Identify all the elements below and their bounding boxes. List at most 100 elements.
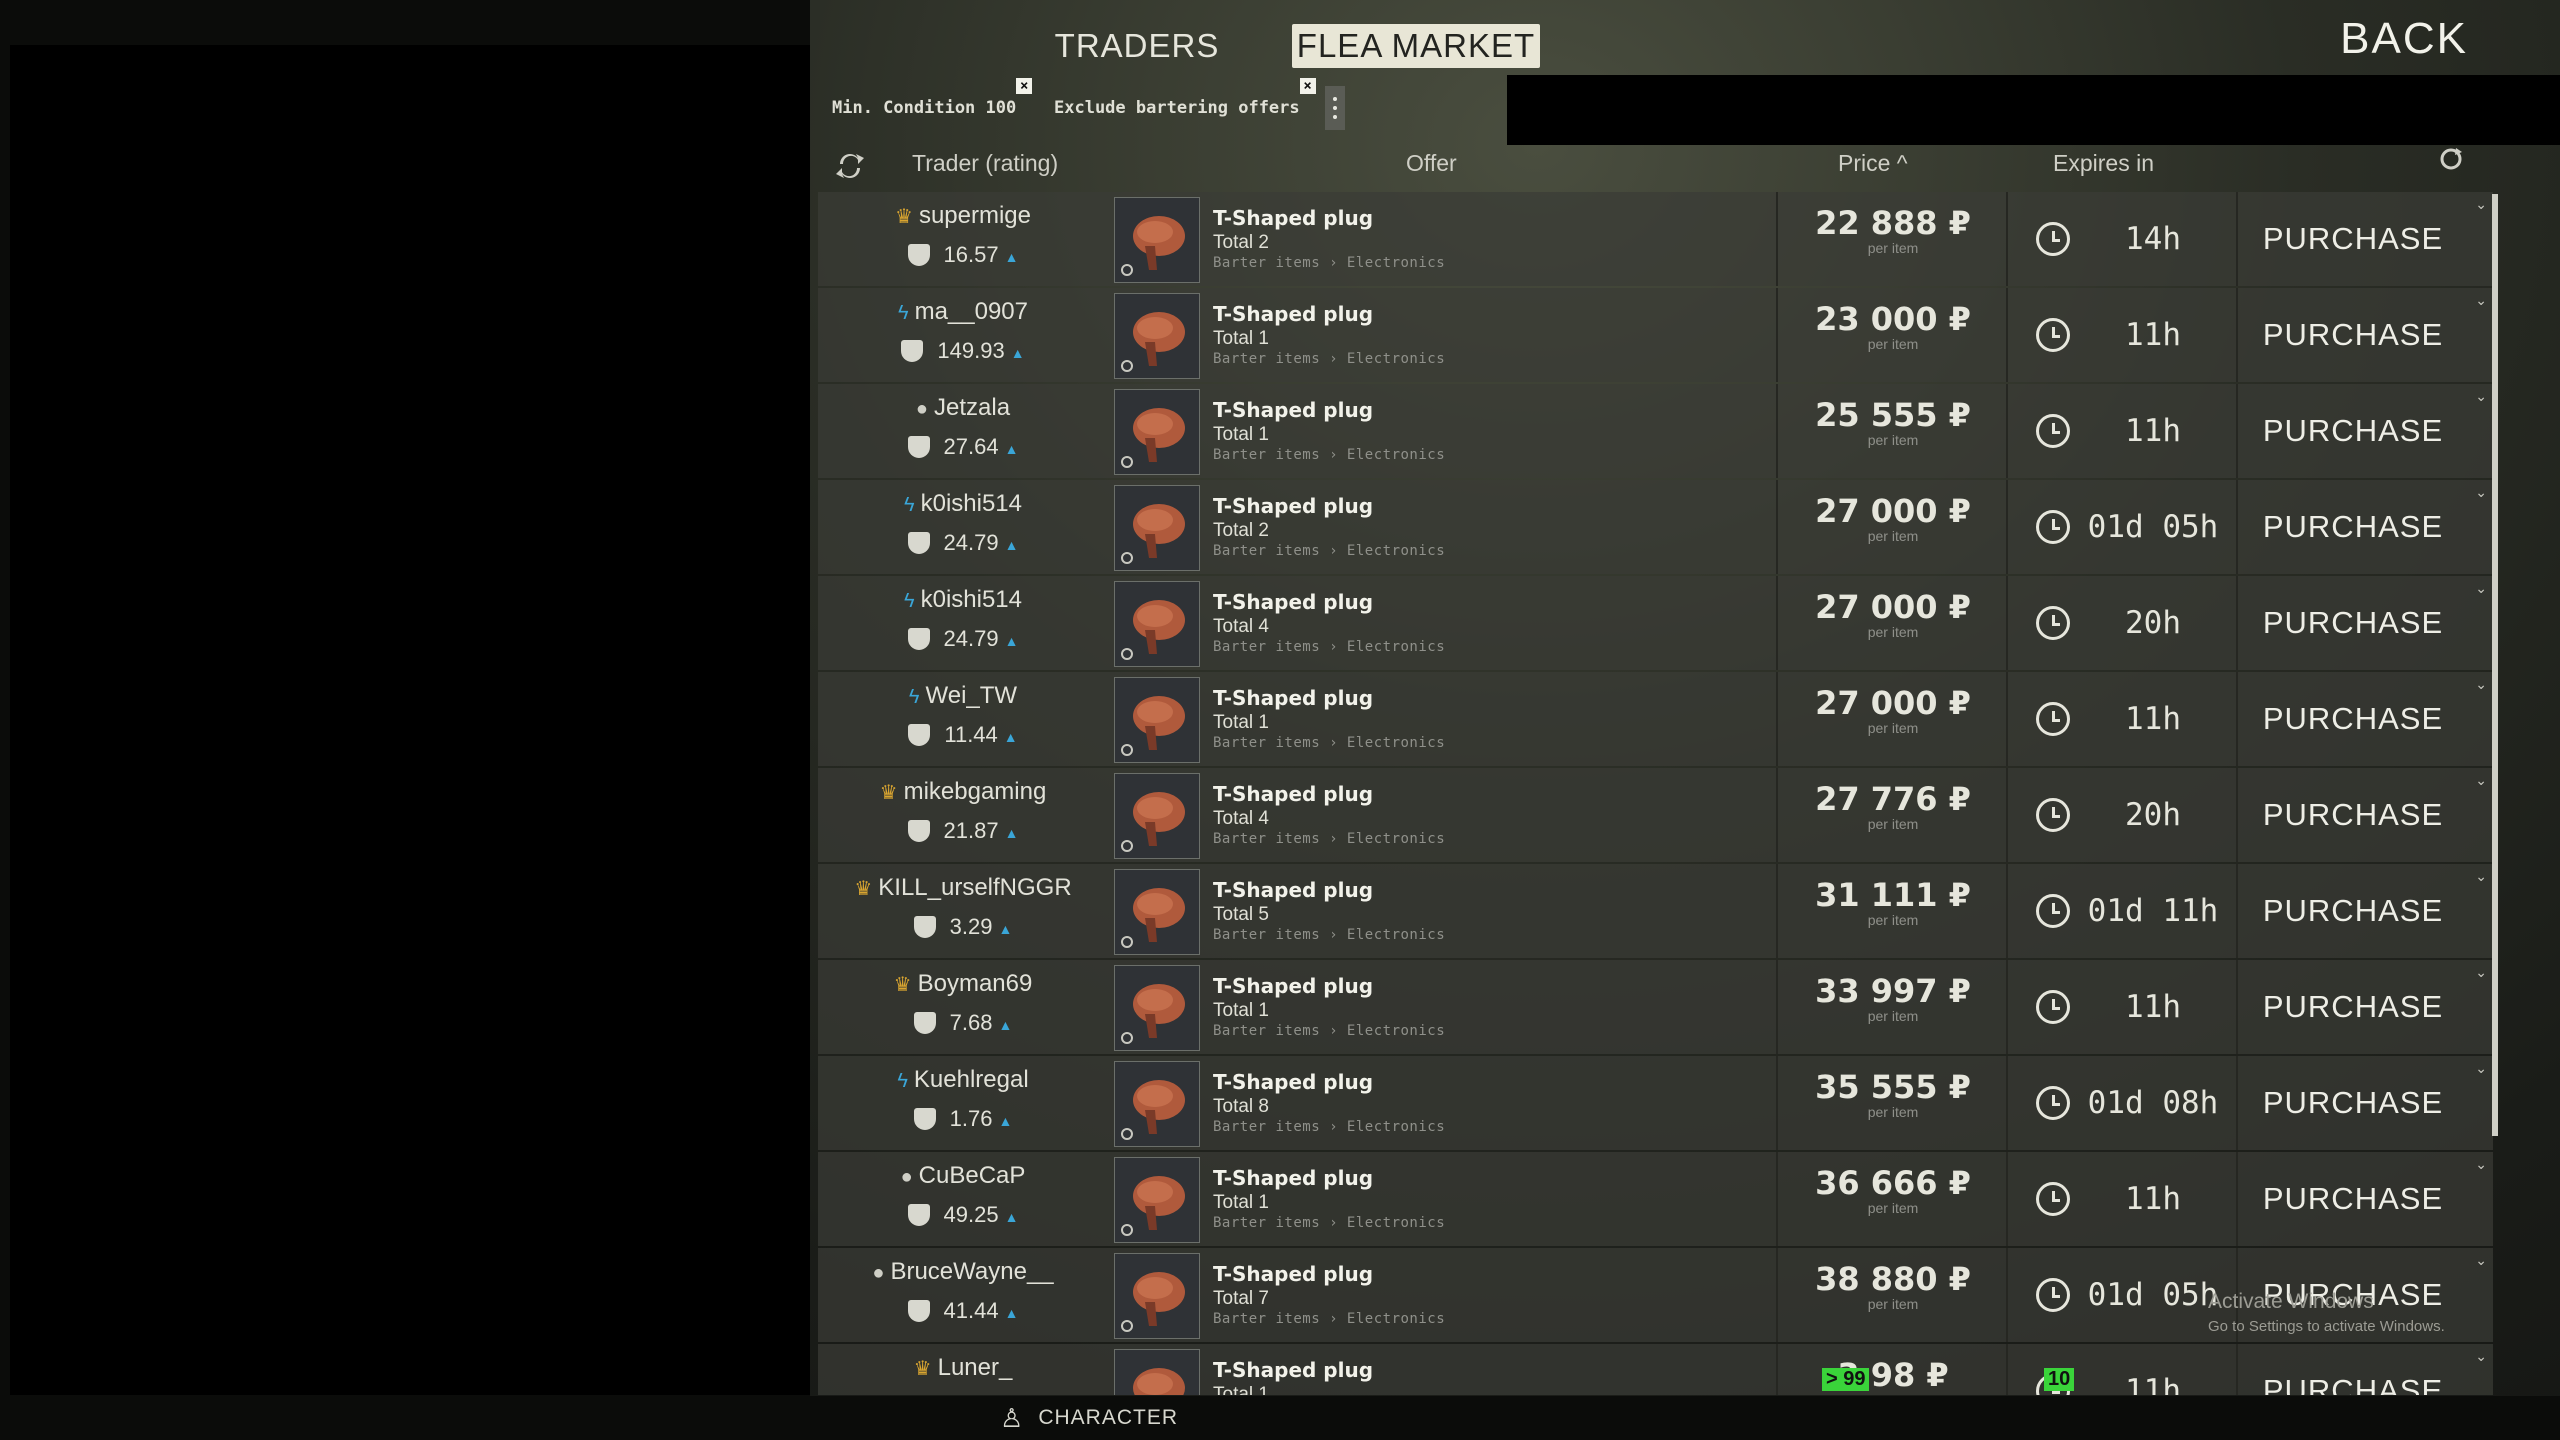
purchase-button[interactable]: PURCHASE bbox=[2238, 672, 2468, 766]
trader-cell[interactable]: ● BruceWayne__ 41.44 ▲ bbox=[818, 1248, 1108, 1342]
trader-name[interactable]: ϟ k0ishi514 bbox=[818, 586, 1108, 614]
table-row[interactable]: ϟ k0ishi514 24.79 ▲ T-Shaped plug Total 2 Bart… bbox=[818, 480, 2493, 574]
item-image[interactable] bbox=[1114, 581, 1200, 667]
purchase-button[interactable]: PURCHASE bbox=[2238, 768, 2468, 862]
tab-traders[interactable]: TRADERS bbox=[1040, 24, 1234, 68]
trader-cell[interactable]: ϟ k0ishi514 24.79 ▲ bbox=[818, 480, 1108, 574]
item-image[interactable] bbox=[1114, 1349, 1200, 1395]
item-image[interactable] bbox=[1114, 197, 1200, 283]
chevron-down-icon[interactable]: ⌄ bbox=[2475, 964, 2487, 981]
chevron-down-icon[interactable]: ⌄ bbox=[2475, 292, 2487, 309]
item-title[interactable]: T-Shaped plug bbox=[1213, 590, 1445, 614]
item-title[interactable]: T-Shaped plug bbox=[1213, 1358, 1373, 1382]
item-title[interactable]: T-Shaped plug bbox=[1213, 398, 1445, 422]
trader-cell[interactable]: ♛ mikebgaming 21.87 ▲ bbox=[818, 768, 1108, 862]
purchase-button[interactable]: PURCHASE bbox=[2238, 1056, 2468, 1150]
character-button[interactable]: ♙ CHARACTER bbox=[1000, 1400, 1178, 1436]
purchase-button[interactable]: PURCHASE bbox=[2238, 288, 2468, 382]
purchase-button[interactable]: PURCHASE bbox=[2238, 192, 2468, 286]
chevron-down-icon[interactable]: ⌄ bbox=[2475, 1252, 2487, 1269]
item-image[interactable] bbox=[1114, 965, 1200, 1051]
trader-name[interactable]: ● BruceWayne__ bbox=[818, 1258, 1108, 1286]
tab-flea-market[interactable]: FLEA MARKET bbox=[1292, 24, 1540, 68]
trader-cell[interactable]: ♛ Boyman69 7.68 ▲ bbox=[818, 960, 1108, 1054]
trader-cell[interactable]: ♛ Luner_ bbox=[818, 1344, 1108, 1395]
purchase-button[interactable]: PURCHASE bbox=[2238, 384, 2468, 478]
item-title[interactable]: T-Shaped plug bbox=[1213, 302, 1445, 326]
item-image[interactable] bbox=[1114, 389, 1200, 475]
chevron-down-icon[interactable]: ⌄ bbox=[2475, 1348, 2487, 1365]
table-row[interactable]: ϟ Kuehlregal 1.76 ▲ T-Shaped plug Total 8 Bart… bbox=[818, 1056, 2493, 1150]
chevron-down-icon[interactable]: ⌄ bbox=[2475, 772, 2487, 789]
trader-name[interactable]: ϟ ma__0907 bbox=[818, 298, 1108, 326]
header-expires[interactable]: Expires in bbox=[2053, 150, 2154, 177]
item-image[interactable] bbox=[1114, 1061, 1200, 1147]
purchase-button[interactable]: PURCHASE bbox=[2238, 1344, 2468, 1395]
header-offer[interactable]: Offer bbox=[1406, 150, 1457, 177]
trader-cell[interactable]: ♛ KILL_urselfNGGR 3.29 ▲ bbox=[818, 864, 1108, 958]
table-row[interactable]: ♛ Boyman69 7.68 ▲ T-Shaped plug Total 1 Barter… bbox=[818, 960, 2493, 1054]
filter-exclude-barter[interactable]: Exclude bartering offers × bbox=[1054, 78, 1316, 128]
trader-name[interactable]: ● Jetzala bbox=[818, 394, 1108, 422]
filter-min-condition[interactable]: Min. Condition 100 × bbox=[832, 78, 1033, 128]
refresh-icon[interactable] bbox=[834, 150, 866, 188]
purchase-button[interactable]: PURCHASE bbox=[2238, 576, 2468, 670]
trader-cell[interactable]: ϟ Kuehlregal 1.76 ▲ bbox=[818, 1056, 1108, 1150]
table-row[interactable]: ♛ mikebgaming 21.87 ▲ T-Shaped plug Total 4 Ba… bbox=[818, 768, 2493, 862]
item-title[interactable]: T-Shaped plug bbox=[1213, 1070, 1445, 1094]
chevron-down-icon[interactable]: ⌄ bbox=[2475, 580, 2487, 597]
item-title[interactable]: T-Shaped plug bbox=[1213, 878, 1445, 902]
table-row[interactable]: ϟ Wei_TW 11.44 ▲ T-Shaped plug Total 1 Barter … bbox=[818, 672, 2493, 766]
trader-cell[interactable]: ● Jetzala 27.64 ▲ bbox=[818, 384, 1108, 478]
table-row[interactable]: ♛ KILL_urselfNGGR 3.29 ▲ T-Shaped plug Total … bbox=[818, 864, 2493, 958]
item-image[interactable] bbox=[1114, 293, 1200, 379]
chevron-down-icon[interactable]: ⌄ bbox=[2475, 196, 2487, 213]
item-image[interactable] bbox=[1114, 773, 1200, 859]
trader-cell[interactable]: ϟ k0ishi514 24.79 ▲ bbox=[818, 576, 1108, 670]
chevron-down-icon[interactable]: ⌄ bbox=[2475, 1060, 2487, 1077]
trader-name[interactable]: ● CuBeCaP bbox=[818, 1162, 1108, 1190]
purchase-button[interactable]: PURCHASE bbox=[2238, 960, 2468, 1054]
chevron-down-icon[interactable]: ⌄ bbox=[2475, 676, 2487, 693]
item-title[interactable]: T-Shaped plug bbox=[1213, 1166, 1445, 1190]
trader-name[interactable]: ϟ Kuehlregal bbox=[818, 1066, 1108, 1094]
trader-cell[interactable]: ♛ supermige 16.57 ▲ bbox=[818, 192, 1108, 286]
item-title[interactable]: T-Shaped plug bbox=[1213, 206, 1445, 230]
item-image[interactable] bbox=[1114, 485, 1200, 571]
trader-cell[interactable]: ϟ ma__0907 149.93 ▲ bbox=[818, 288, 1108, 382]
chevron-down-icon[interactable]: ⌄ bbox=[2475, 484, 2487, 501]
trader-name[interactable]: ϟ Wei_TW bbox=[818, 682, 1108, 710]
chevron-down-icon[interactable]: ⌄ bbox=[2475, 1156, 2487, 1173]
purchase-button[interactable]: PURCHASE bbox=[2238, 480, 2468, 574]
item-image[interactable] bbox=[1114, 869, 1200, 955]
item-image[interactable] bbox=[1114, 1253, 1200, 1339]
table-row[interactable]: ♛ Luner_ T-Shaped plug Total 1 3 98 ₽ 11h PURC… bbox=[818, 1344, 2493, 1395]
item-title[interactable]: T-Shaped plug bbox=[1213, 1262, 1445, 1286]
trader-name[interactable]: ♛ Luner_ bbox=[818, 1354, 1108, 1382]
close-icon[interactable]: × bbox=[1299, 78, 1316, 94]
table-row[interactable]: ● Jetzala 27.64 ▲ T-Shaped plug Total 1 Barter… bbox=[818, 384, 2493, 478]
reload-icon[interactable] bbox=[2438, 146, 2464, 178]
close-icon[interactable]: × bbox=[1016, 78, 1033, 94]
trader-name[interactable]: ϟ k0ishi514 bbox=[818, 490, 1108, 518]
item-title[interactable]: T-Shaped plug bbox=[1213, 686, 1445, 710]
purchase-button[interactable]: PURCHASE bbox=[2238, 864, 2468, 958]
table-row[interactable]: ϟ ma__0907 149.93 ▲ T-Shaped plug Total 1 Bart… bbox=[818, 288, 2493, 382]
trader-cell[interactable]: ● CuBeCaP 49.25 ▲ bbox=[818, 1152, 1108, 1246]
header-trader[interactable]: Trader (rating) bbox=[912, 150, 1058, 177]
trader-name[interactable]: ♛ Boyman69 bbox=[818, 970, 1108, 998]
item-image[interactable] bbox=[1114, 1157, 1200, 1243]
purchase-button[interactable]: PURCHASE bbox=[2238, 1152, 2468, 1246]
scrollbar[interactable] bbox=[2492, 194, 2498, 1136]
chevron-down-icon[interactable]: ⌄ bbox=[2475, 868, 2487, 885]
item-title[interactable]: T-Shaped plug bbox=[1213, 974, 1445, 998]
table-row[interactable]: ϟ k0ishi514 24.79 ▲ T-Shaped plug Total 4 Bart… bbox=[818, 576, 2493, 670]
item-title[interactable]: T-Shaped plug bbox=[1213, 782, 1445, 806]
trader-name[interactable]: ♛ KILL_urselfNGGR bbox=[818, 874, 1108, 902]
trader-cell[interactable]: ϟ Wei_TW 11.44 ▲ bbox=[818, 672, 1108, 766]
item-image[interactable] bbox=[1114, 677, 1200, 763]
item-title[interactable]: T-Shaped plug bbox=[1213, 494, 1445, 518]
trader-name[interactable]: ♛ supermige bbox=[818, 202, 1108, 230]
more-options-button[interactable] bbox=[1325, 86, 1345, 130]
trader-name[interactable]: ♛ mikebgaming bbox=[818, 778, 1108, 806]
